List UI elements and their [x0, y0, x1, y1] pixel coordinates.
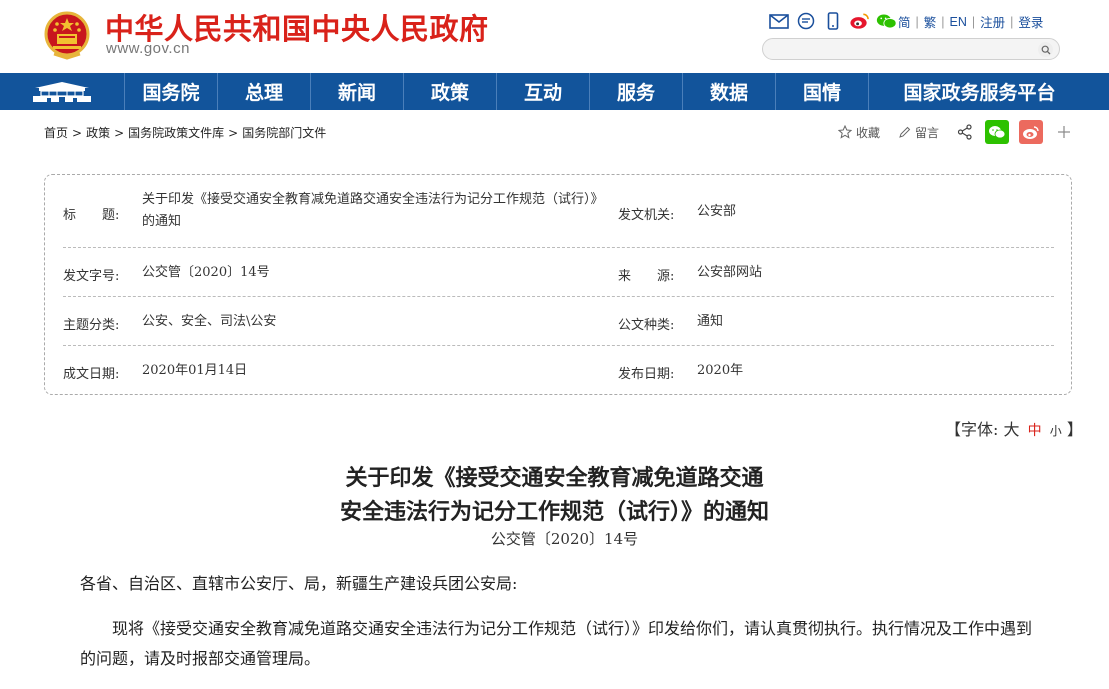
- wechat-share-icon[interactable]: [985, 120, 1010, 144]
- document-info-table: 标 题: 关于印发《接受交通安全教育减免道路交通安全违法行为记分工作规范（试行）…: [44, 174, 1072, 395]
- english-link[interactable]: EN: [950, 15, 967, 29]
- nav-premier[interactable]: 总理: [218, 73, 311, 110]
- register-link[interactable]: 注册: [980, 12, 1005, 31]
- nav-interaction[interactable]: 互动: [497, 73, 590, 110]
- nav-data[interactable]: 数据: [683, 73, 776, 110]
- top-icon-bar: [768, 11, 897, 31]
- plus-icon[interactable]: [1057, 125, 1071, 139]
- issuer-label: 发文机关:: [618, 208, 675, 223]
- article-body-paragraph: 现将《接受交通安全教育减免道路交通安全违法行为记分工作规范（试行）》印发给你们，…: [80, 619, 1033, 668]
- search-icon[interactable]: [1038, 42, 1053, 57]
- font-size-close: 】: [1066, 420, 1083, 439]
- row-divider: [63, 247, 1054, 248]
- article-doc-number: 公交管〔2020〕14号: [490, 530, 639, 548]
- wechat-icon[interactable]: [876, 12, 897, 30]
- site-url[interactable]: www.gov.cn: [106, 40, 190, 57]
- font-size-large[interactable]: 大: [1004, 420, 1020, 439]
- article-title-line2: 安全违法行为记分工作规范（试行）》的通知: [339, 499, 769, 525]
- type-value: 通知: [697, 314, 724, 329]
- nav-state-council[interactable]: 国务院: [125, 73, 218, 110]
- favorite-button[interactable]: 收藏: [856, 124, 880, 141]
- article-salutation: 各省、自治区、直辖市公安厅、局，新疆生产建设兵团公安局:: [80, 574, 518, 593]
- breadcrumb-policy[interactable]: 政策: [86, 126, 110, 140]
- mail-icon[interactable]: [768, 12, 789, 30]
- nav-policy[interactable]: 政策: [404, 73, 497, 110]
- font-size-label: 【字体:: [945, 420, 999, 439]
- docno-label: 发文字号:: [63, 269, 120, 284]
- nav-service[interactable]: 服务: [590, 73, 683, 110]
- row-divider: [63, 345, 1054, 346]
- issuer-value: 公安部: [697, 204, 737, 219]
- nav-home-button[interactable]: [0, 73, 125, 110]
- chat-bubble-icon[interactable]: [795, 12, 816, 30]
- article-title: 关于印发《接受交通安全教育减免道路交通 安全违法行为记分工作规范（试行）》的通知: [0, 461, 1109, 529]
- publish-date-value: 2020年: [697, 363, 744, 378]
- comment-button[interactable]: 留言: [915, 124, 939, 141]
- font-size-small[interactable]: 小: [1050, 424, 1062, 438]
- breadcrumb-department-docs[interactable]: 国务院部门文件: [242, 126, 326, 140]
- tiananmen-icon: [33, 81, 91, 102]
- star-icon[interactable]: [838, 125, 852, 139]
- search-box: [762, 38, 1060, 60]
- nav-news[interactable]: 新闻: [311, 73, 404, 110]
- traditional-link[interactable]: 繁: [924, 12, 937, 31]
- search-input[interactable]: [763, 39, 1023, 59]
- docno-value: 公交管〔2020〕14号: [142, 265, 270, 280]
- national-emblem-icon[interactable]: [44, 10, 90, 60]
- font-size-selector: 【字体: 大 中 小 】: [945, 416, 1083, 440]
- title-value: 关于印发《接受交通安全教育减免道路交通安全违法行为记分工作规范（试行）》的通知: [142, 192, 604, 229]
- pencil-icon[interactable]: [898, 126, 911, 139]
- article-title-line1: 关于印发《接受交通安全教育减免道路交通: [345, 465, 764, 491]
- mobile-icon[interactable]: [822, 12, 843, 30]
- main-nav: 国务院 总理 新闻 政策 互动 服务 数据 国情 国家政务服务平台: [0, 73, 1109, 110]
- written-date-value: 2020年01月14日: [142, 363, 248, 378]
- source-value: 公安部网站: [697, 265, 763, 280]
- nav-gov-service-platform[interactable]: 国家政务服务平台: [869, 73, 1090, 110]
- login-link[interactable]: 登录: [1018, 12, 1043, 31]
- font-size-medium[interactable]: 中: [1028, 423, 1042, 439]
- breadcrumb-policy-library[interactable]: 国务院政策文件库: [128, 126, 224, 140]
- share-bar: 收藏 留言: [838, 119, 1071, 145]
- nav-national-info[interactable]: 国情: [776, 73, 869, 110]
- weibo-share-icon[interactable]: [1019, 120, 1044, 144]
- source-label: 来 源:: [618, 269, 675, 284]
- row-divider: [63, 296, 1054, 297]
- weibo-icon[interactable]: [849, 12, 870, 30]
- simplified-link[interactable]: 简: [898, 12, 911, 31]
- share-icon[interactable]: [957, 124, 973, 140]
- language-links: 简 | 繁 | EN | 注册 | 登录: [898, 12, 1043, 31]
- breadcrumb-home[interactable]: 首页: [44, 126, 68, 140]
- site-header: 中华人民共和国中央人民政府 www.gov.cn 简 | 繁 | EN | 注册 | 登…: [0, 0, 1109, 73]
- topic-label: 主题分类:: [63, 318, 120, 333]
- title-label: 标 题:: [63, 208, 120, 223]
- topic-value: 公安、安全、司法\公安: [142, 314, 277, 329]
- publish-date-label: 发布日期:: [618, 367, 675, 382]
- breadcrumb: 首页 > 政策 > 国务院政策文件库 > 国务院部门文件: [44, 126, 327, 140]
- type-label: 公文种类:: [618, 318, 675, 333]
- written-date-label: 成文日期:: [63, 367, 120, 382]
